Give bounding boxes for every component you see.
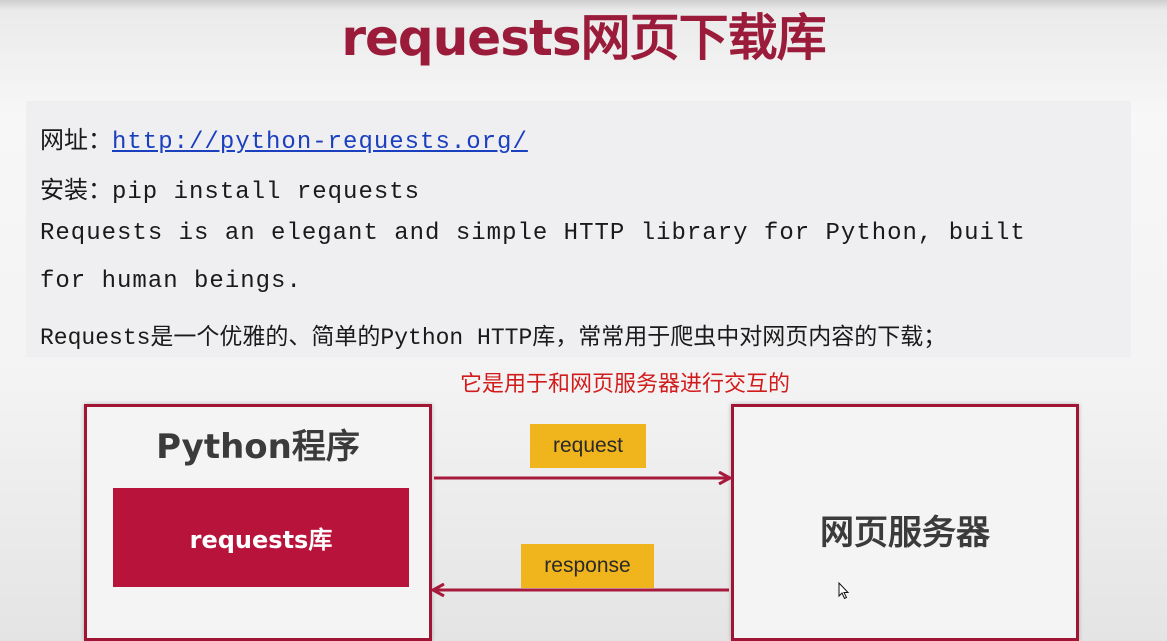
- install-command: pip install requests: [112, 179, 421, 206]
- web-server-box: 网页服务器: [731, 404, 1079, 641]
- url-row: 网址：http://python-requests.org/: [40, 120, 528, 156]
- python-program-box: Python程序 requests库: [84, 404, 432, 641]
- description-en-line-1: Requests is an elegant and simple HTTP l…: [40, 220, 1026, 247]
- python-program-title: Python程序: [156, 427, 360, 467]
- description-cn: Requests是一个优雅的、简单的Python HTTP库，常常用于爬虫中对网…: [40, 325, 947, 351]
- response-tag: response: [521, 544, 654, 588]
- description-en-line-2: for human beings.: [40, 268, 302, 295]
- web-server-label: 网页服务器: [820, 513, 990, 553]
- install-row: 安装：pip install requests: [40, 170, 420, 206]
- mouse-pointer-icon: [838, 582, 850, 600]
- requests-library-block: requests库: [113, 488, 409, 587]
- slide-title: requests网页下载库: [341, 9, 826, 67]
- request-tag: request: [530, 424, 646, 468]
- install-label: 安装：: [40, 176, 112, 204]
- url-label: 网址：: [40, 126, 112, 154]
- url-link[interactable]: http://python-requests.org/: [112, 129, 528, 156]
- interaction-note: 它是用于和网页服务器进行交互的: [459, 372, 790, 397]
